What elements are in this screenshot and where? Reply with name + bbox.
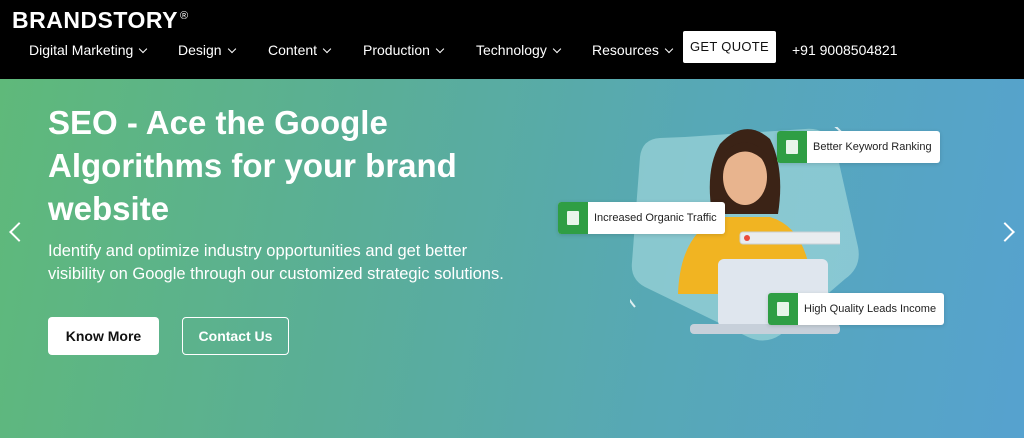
registered-mark: ®	[180, 10, 189, 23]
nav-item-content[interactable]: Content	[268, 38, 332, 62]
nav-item-label: Technology	[476, 42, 547, 58]
nav-item-label: Production	[363, 42, 430, 58]
chart-icon	[558, 202, 588, 234]
document-icon	[777, 131, 807, 163]
contact-us-button[interactable]: Contact Us	[182, 317, 289, 355]
chevron-right-icon[interactable]	[995, 222, 1015, 242]
hero-banner: SEO - Ace the Google Algorithms for your…	[0, 79, 1024, 438]
know-more-button[interactable]: Know More	[48, 317, 159, 355]
hero-title: SEO - Ace the Google Algorithms for your…	[48, 104, 457, 227]
get-quote-button[interactable]: GET QUOTE	[683, 31, 776, 63]
chevron-down-icon	[227, 44, 236, 54]
nav-item-label: Content	[268, 42, 318, 58]
nav-item-production[interactable]: Production	[363, 38, 445, 62]
badge-keyword-ranking: Better Keyword Ranking	[777, 131, 940, 163]
phone-link[interactable]: +91 9008504821	[792, 38, 898, 62]
badge-label: High Quality Leads Income	[804, 303, 937, 315]
hero-subtitle: Identify and optimize industry opportuni…	[48, 242, 504, 283]
hero-illustration: Better Keyword Ranking Increased Organic…	[555, 99, 945, 359]
nav-item-label: Resources	[592, 42, 659, 58]
chevron-down-icon	[435, 44, 445, 54]
chevron-down-icon	[552, 44, 562, 54]
people-icon	[768, 293, 798, 325]
chevron-down-icon	[664, 44, 674, 54]
nav-item-label: Digital Marketing	[29, 42, 134, 58]
badge-quality-leads: High Quality Leads Income	[768, 293, 945, 325]
chevron-down-icon	[139, 44, 148, 54]
chevron-left-icon[interactable]	[9, 222, 29, 242]
nav-item-resources[interactable]: Resources	[592, 38, 674, 62]
badge-organic-traffic: Increased Organic Traffic	[558, 202, 725, 234]
badge-label: Increased Organic Traffic	[594, 212, 717, 224]
nav-item-label: Design	[178, 42, 222, 58]
nav-item-digital-marketing[interactable]: Digital Marketing	[29, 38, 148, 62]
site-header: BRANDSTORY ® Digital Marketing Design Con…	[0, 0, 1024, 79]
brand-logo[interactable]: BRANDSTORY ®	[12, 7, 189, 34]
logo-text: BRANDSTORY	[12, 7, 179, 33]
nav-item-technology[interactable]: Technology	[476, 38, 562, 62]
chevron-down-icon	[322, 44, 332, 54]
badge-label: Better Keyword Ranking	[813, 141, 932, 153]
nav-item-design[interactable]: Design	[178, 38, 236, 62]
